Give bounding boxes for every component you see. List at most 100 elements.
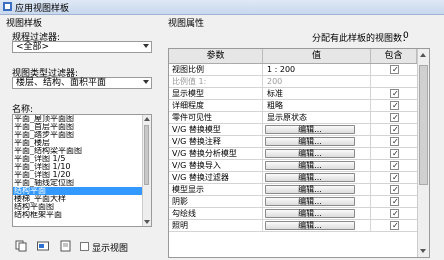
list-item[interactable]: 平面_详图 1/10	[13, 163, 151, 171]
include-checkbox[interactable]: ✓	[390, 113, 399, 122]
param-value-cell[interactable]: 显示原状态	[263, 112, 371, 123]
edit-button[interactable]: 编辑...	[265, 125, 355, 134]
include-cell: ✓	[371, 112, 417, 123]
include-checkbox[interactable]: ✓	[390, 209, 399, 218]
edit-button[interactable]: 编辑...	[265, 173, 355, 182]
table-row: 零件可见性 显示原状态 ✓	[169, 112, 429, 124]
list-item[interactable]: 平面_详图 1/5	[13, 155, 151, 163]
show-views-checkbox[interactable]	[80, 242, 89, 251]
include-cell: ✓	[371, 196, 417, 207]
list-item[interactable]: 结构平面图	[13, 203, 151, 211]
list-item[interactable]: 平面_楼层	[13, 139, 151, 147]
discipline-filter-select[interactable]: <全部>	[12, 41, 152, 53]
delete-button[interactable]	[60, 240, 72, 252]
param-value-cell: 编辑...	[263, 208, 371, 219]
table-row: 阴影 编辑... ✓	[169, 196, 429, 208]
scroll-up-icon[interactable]	[420, 53, 426, 57]
view-properties-table: 参数 值 包含 视图比例 1 : 200 ✓ 比例值 1: 200 显示模型 标准 ✓ 详细程度…	[168, 48, 430, 258]
param-value-cell[interactable]: 1 : 200	[263, 64, 371, 75]
table-row: V/G 替换导入 编辑... ✓	[169, 160, 429, 172]
include-checkbox[interactable]: ✓	[390, 173, 399, 182]
table-row: 模型显示 编辑... ✓	[169, 184, 429, 196]
param-name-cell: 详细程度	[169, 100, 263, 111]
param-value-cell: 编辑...	[263, 160, 371, 171]
list-item[interactable]: 结构平面	[13, 187, 151, 195]
table-row: V/G 替换分析模型 编辑... ✓	[169, 148, 429, 160]
check-icon: ✓	[392, 113, 399, 122]
scroll-thumb[interactable]	[144, 125, 149, 185]
edit-button[interactable]: 编辑...	[265, 209, 355, 218]
list-item[interactable]: 平面_详图 1/20	[13, 171, 151, 179]
include-cell: ✓	[371, 220, 417, 231]
column-header-include: 包含	[371, 49, 417, 63]
list-item[interactable]: 结构框架平面	[13, 211, 151, 219]
include-cell: ✓	[371, 172, 417, 183]
include-checkbox[interactable]: ✓	[390, 185, 399, 194]
scroll-thumb[interactable]	[419, 65, 428, 185]
include-cell: ✓	[371, 64, 417, 75]
param-value-cell[interactable]: 标准	[263, 88, 371, 99]
template-names-list[interactable]: 平面_屋顶平面图 平面_首层平面图 平面_踏步平面图 平面_楼层 平面_结构梁平面图 平面…	[12, 114, 152, 227]
edit-button[interactable]: 编辑...	[265, 149, 355, 158]
list-item[interactable]: 平面_首层平面图	[13, 123, 151, 131]
rename-button[interactable]	[37, 240, 49, 252]
param-name-cell: 照明	[169, 220, 263, 231]
param-name-cell: V/G 替换过滤器	[169, 172, 263, 183]
table-row: V/G 替换模型 编辑... ✓	[169, 124, 429, 136]
edit-button[interactable]: 编辑...	[265, 185, 355, 194]
include-checkbox[interactable]: ✓	[390, 89, 399, 98]
check-icon: ✓	[392, 221, 399, 230]
param-name-cell: 勾绘线	[169, 208, 263, 219]
edit-button[interactable]: 编辑...	[265, 137, 355, 146]
include-cell: ✓	[371, 100, 417, 111]
include-checkbox[interactable]: ✓	[390, 197, 399, 206]
window-title: 应用视图样板	[15, 4, 70, 14]
list-item[interactable]: 平面_踏步平面图	[13, 131, 151, 139]
scroll-down-icon[interactable]	[144, 220, 150, 224]
list-item[interactable]: 楼梯_平面大样	[13, 195, 151, 203]
table-row: 显示模型 标准 ✓	[169, 88, 429, 100]
edit-button[interactable]: 编辑...	[265, 161, 355, 170]
table-row: 照明 编辑... ✓	[169, 220, 429, 232]
param-value-cell: 编辑...	[263, 148, 371, 159]
param-value-cell: 编辑...	[263, 220, 371, 231]
check-icon: ✓	[392, 137, 399, 146]
table-row: V/G 替换注释 编辑... ✓	[169, 136, 429, 148]
param-name-cell: 比例值 1:	[169, 76, 263, 87]
param-value-cell[interactable]: 粗略	[263, 100, 371, 111]
include-checkbox[interactable]: ✓	[390, 161, 399, 170]
scroll-up-icon[interactable]	[144, 117, 150, 121]
include-checkbox[interactable]: ✓	[390, 125, 399, 134]
list-item[interactable]: 平面_结构梁平面图	[13, 147, 151, 155]
rename-icon	[37, 241, 49, 251]
include-cell: ✓	[371, 136, 417, 147]
list-scrollbar[interactable]	[142, 115, 151, 226]
scroll-down-icon[interactable]	[420, 249, 426, 253]
check-icon: ✓	[392, 101, 399, 110]
include-checkbox[interactable]: ✓	[390, 149, 399, 158]
include-checkbox[interactable]: ✓	[390, 101, 399, 110]
table-scrollbar[interactable]	[417, 49, 429, 257]
list-item[interactable]: 平面_轴线定位图	[13, 179, 151, 187]
view-type-filter-select[interactable]: 楼层、结构、面积平面	[12, 77, 152, 89]
include-cell: ✓	[371, 88, 417, 99]
assigned-views-count: 0	[403, 31, 409, 41]
duplicate-button[interactable]	[15, 240, 27, 252]
column-header-param: 参数	[169, 49, 263, 63]
include-checkbox[interactable]: ✓	[390, 65, 399, 74]
app-icon	[3, 2, 12, 11]
include-checkbox[interactable]: ✓	[390, 221, 399, 230]
edit-button[interactable]: 编辑...	[265, 197, 355, 206]
chevron-down-icon	[143, 80, 149, 84]
edit-button[interactable]: 编辑...	[265, 221, 355, 230]
check-icon: ✓	[392, 65, 399, 74]
param-value-cell: 编辑...	[263, 124, 371, 135]
assigned-views-label: 分配有此样板的视图数：	[312, 34, 412, 44]
check-icon: ✓	[392, 185, 399, 194]
param-name-cell: 显示模型	[169, 88, 263, 99]
param-name-cell: 零件可见性	[169, 112, 263, 123]
param-name-cell: 视图比例	[169, 64, 263, 75]
include-checkbox[interactable]: ✓	[390, 137, 399, 146]
param-name-cell: 阴影	[169, 196, 263, 207]
list-item[interactable]: 平面_屋顶平面图	[13, 115, 151, 123]
